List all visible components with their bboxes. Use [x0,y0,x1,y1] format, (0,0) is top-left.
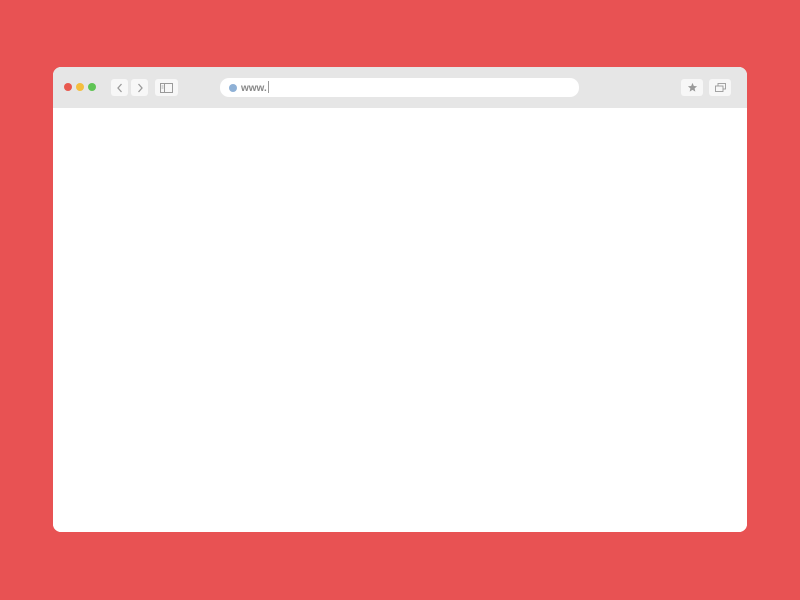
text-caret [267,81,269,93]
forward-button[interactable] [131,79,148,96]
maximize-window-button[interactable] [88,83,96,91]
site-info-icon [229,84,237,92]
chevron-right-icon [137,83,143,92]
browser-toolbar: www. [53,67,747,108]
url-value: www. [241,83,267,94]
close-window-button[interactable] [64,83,72,91]
sidebar-toggle-button[interactable] [155,79,178,96]
minimize-window-button[interactable] [76,83,84,91]
address-input[interactable]: www. [241,81,269,95]
bookmark-button[interactable] [681,79,703,96]
page-content [53,108,747,532]
back-button[interactable] [111,79,128,96]
browser-window: www. [53,67,747,532]
star-icon [687,82,697,92]
address-bar[interactable]: www. [220,78,579,97]
sidebar-icon [160,82,173,93]
tabs-icon [714,83,726,92]
chevron-left-icon [116,83,122,92]
tabs-overview-button[interactable] [709,79,731,96]
